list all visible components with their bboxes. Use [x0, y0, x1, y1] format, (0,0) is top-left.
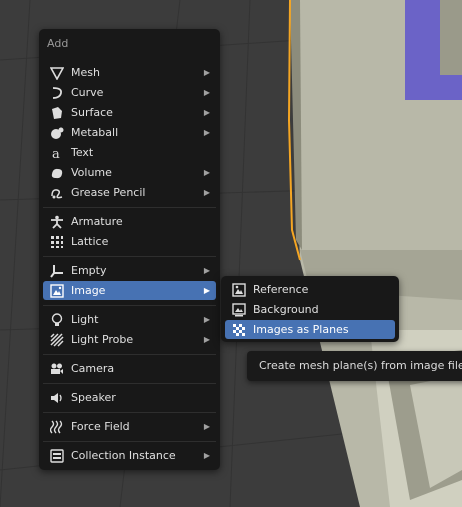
menu-item-grease-pencil[interactable]: Grease Pencil ▶: [43, 183, 216, 202]
force-field-icon: [49, 419, 65, 435]
menu-item-label: Camera: [71, 362, 115, 375]
menu-separator: [43, 207, 216, 208]
menu-separator: [43, 256, 216, 257]
submenu-arrow-icon: ▶: [203, 266, 211, 275]
image-submenu: Reference Background Images as Planes: [221, 276, 399, 342]
menu-item-label: Force Field: [71, 420, 130, 433]
svg-text:a: a: [52, 147, 60, 160]
menu-title: Add: [47, 37, 69, 50]
menu-item-label: Mesh: [71, 66, 100, 79]
menu-separator: [43, 412, 216, 413]
add-menu: Add Mesh ▶ Curve ▶ Surface ▶ Metaball ▶ a Text Vol…: [39, 29, 220, 470]
menu-item-empty[interactable]: Empty ▶: [43, 261, 216, 280]
lattice-icon: [49, 234, 65, 250]
submenu-arrow-icon: ▶: [203, 88, 211, 97]
submenu-arrow-icon: ▶: [203, 286, 211, 295]
menu-item-label: Grease Pencil: [71, 186, 146, 199]
tooltip: Create mesh plane(s) from image files wi: [247, 351, 462, 381]
menu-item-mesh[interactable]: Mesh ▶: [43, 63, 216, 82]
menu-item-image[interactable]: Image ▶: [43, 281, 216, 300]
menu-separator: [43, 305, 216, 306]
menu-separator: [43, 441, 216, 442]
menu-item-camera[interactable]: Camera: [43, 359, 216, 378]
menu-item-reference[interactable]: Reference: [225, 280, 395, 299]
menu-item-label: Metaball: [71, 126, 119, 139]
menu-item-label: Volume: [71, 166, 112, 179]
menu-item-light-probe[interactable]: Light Probe ▶: [43, 330, 216, 349]
surface-icon: [49, 105, 65, 121]
menu-item-background[interactable]: Background: [225, 300, 395, 319]
menu-separator: [43, 354, 216, 355]
menu-item-label: Reference: [253, 283, 309, 296]
submenu-arrow-icon: ▶: [203, 315, 211, 324]
camera-icon: [49, 361, 65, 377]
text-icon: a: [49, 145, 65, 161]
menu-item-surface[interactable]: Surface ▶: [43, 103, 216, 122]
menu-separator: [43, 383, 216, 384]
menu-item-label: Light: [71, 313, 99, 326]
menu-item-label: Surface: [71, 106, 113, 119]
menu-item-label: Empty: [71, 264, 107, 277]
submenu-arrow-icon: ▶: [203, 335, 211, 344]
menu-item-curve[interactable]: Curve ▶: [43, 83, 216, 102]
grease-pencil-icon: [49, 185, 65, 201]
menu-item-label: Image: [71, 284, 106, 297]
armature-icon: [49, 214, 65, 230]
collection-instance-icon: [49, 448, 65, 464]
menu-item-label: Curve: [71, 86, 104, 99]
submenu-arrow-icon: ▶: [203, 108, 211, 117]
menu-item-label: Lattice: [71, 235, 109, 248]
images-as-planes-icon: [231, 322, 247, 338]
submenu-arrow-icon: ▶: [203, 188, 211, 197]
speaker-icon: [49, 390, 65, 406]
menu-item-light[interactable]: Light ▶: [43, 310, 216, 329]
volume-icon: [49, 165, 65, 181]
menu-item-label: Speaker: [71, 391, 116, 404]
curve-icon: [49, 85, 65, 101]
menu-item-lattice[interactable]: Lattice: [43, 232, 216, 251]
image-icon: [49, 283, 65, 299]
menu-item-collection-instance[interactable]: Collection Instance ▶: [43, 446, 216, 465]
menu-item-metaball[interactable]: Metaball ▶: [43, 123, 216, 142]
menu-item-speaker[interactable]: Speaker: [43, 388, 216, 407]
menu-item-text[interactable]: a Text: [43, 143, 216, 162]
submenu-arrow-icon: ▶: [203, 451, 211, 460]
reference-image-icon: [231, 282, 247, 298]
light-icon: [49, 312, 65, 328]
menu-item-label: Images as Planes: [253, 323, 349, 336]
menu-item-armature[interactable]: Armature: [43, 212, 216, 231]
metaball-icon: [49, 125, 65, 141]
background-image-icon: [231, 302, 247, 318]
menu-item-images-as-planes[interactable]: Images as Planes: [225, 320, 395, 339]
menu-item-label: Collection Instance: [71, 449, 176, 462]
empty-icon: [49, 263, 65, 279]
submenu-arrow-icon: ▶: [203, 168, 211, 177]
submenu-arrow-icon: ▶: [203, 128, 211, 137]
submenu-arrow-icon: ▶: [203, 422, 211, 431]
submenu-arrow-icon: ▶: [203, 68, 211, 77]
menu-item-label: Background: [253, 303, 319, 316]
menu-item-label: Light Probe: [71, 333, 134, 346]
menu-item-label: Armature: [71, 215, 123, 228]
menu-item-label: Text: [71, 146, 94, 159]
light-probe-icon: [49, 332, 65, 348]
menu-item-volume[interactable]: Volume ▶: [43, 163, 216, 182]
mesh-icon: [49, 65, 65, 81]
menu-item-force-field[interactable]: Force Field ▶: [43, 417, 216, 436]
